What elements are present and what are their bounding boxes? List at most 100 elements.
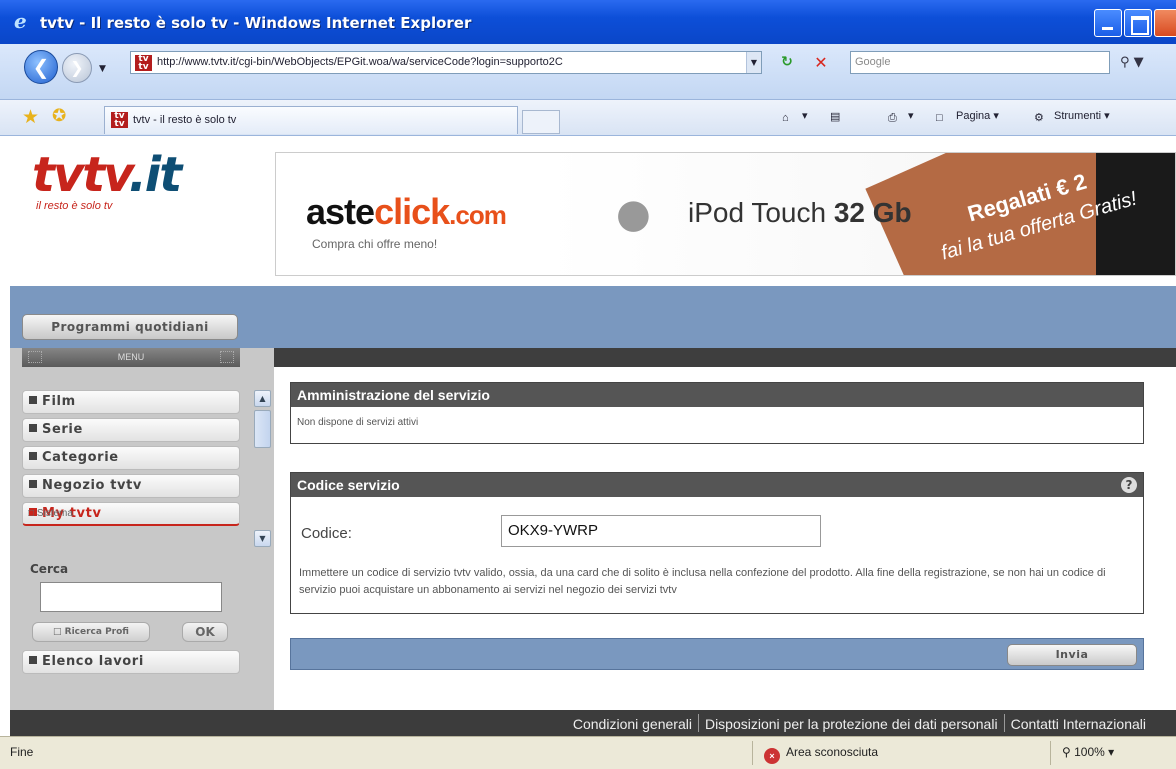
menu-item-label: Film bbox=[42, 394, 76, 409]
page-menu-button[interactable]: □ Pagina ▾ bbox=[936, 109, 999, 126]
security-zone: × Area sconosciuta bbox=[764, 745, 878, 764]
grip-icon bbox=[220, 351, 234, 363]
service-code-heading: Codice servizio bbox=[291, 473, 1143, 497]
footer-link-contacts[interactable]: Contatti Internazionali bbox=[1011, 716, 1146, 732]
status-divider bbox=[752, 741, 753, 765]
search-icon: ⚲ bbox=[1120, 55, 1130, 70]
ad-tagline: Compra chi offre meno! bbox=[312, 237, 438, 251]
bullet-icon bbox=[29, 424, 37, 432]
bullet-icon bbox=[29, 480, 37, 488]
footer-links: Condizioni generali Disposizioni per la p… bbox=[573, 714, 1146, 732]
help-icon[interactable]: ? bbox=[1121, 477, 1137, 493]
profile-search-button[interactable]: □ Ricerca Profi bbox=[32, 622, 150, 642]
search-panel: Cerca □ Ricerca Profi OK bbox=[22, 562, 240, 658]
history-dropdown-icon[interactable]: ▼ bbox=[99, 64, 106, 74]
menu-item-film[interactable]: Film bbox=[22, 390, 240, 414]
ad-brand-com: .com bbox=[449, 200, 507, 230]
page-icon: □ bbox=[936, 112, 943, 124]
rss-icon: ▤ bbox=[830, 111, 841, 123]
favorites-star-icon[interactable]: ★ bbox=[22, 106, 39, 128]
submenu-item-sistema[interactable]: □ Sistema bbox=[22, 508, 240, 522]
ad-brand-aste: aste bbox=[306, 191, 375, 232]
logo-tld: .it bbox=[128, 147, 183, 203]
new-tab-button[interactable] bbox=[522, 110, 560, 134]
url-text: http://www.tvtv.it/cgi-bin/WebObjects/EP… bbox=[157, 56, 563, 68]
status-divider bbox=[1050, 741, 1051, 765]
footer-link-privacy[interactable]: Disposizioni per la protezione dei dati … bbox=[705, 716, 998, 732]
home-button[interactable]: ⌂ ▾ bbox=[782, 109, 808, 126]
minimize-button[interactable] bbox=[1094, 9, 1122, 37]
submit-button[interactable]: Invia bbox=[1007, 644, 1137, 666]
search-button[interactable]: ⚲ ▼ bbox=[1120, 51, 1156, 74]
service-code-panel: Codice servizio ? Codice: OKX9-YWRP Imme… bbox=[290, 472, 1144, 614]
content-top-bar bbox=[240, 348, 1176, 367]
security-zone-icon: × bbox=[764, 748, 780, 764]
favorites-bar: ★ ✪ tv tv tvtv - il resto è solo tv ⌂ ▾ ▤ … bbox=[0, 100, 1176, 136]
menu-scroll-up-button[interactable]: ▲ bbox=[254, 390, 271, 407]
maximize-button[interactable] bbox=[1124, 9, 1152, 37]
bullet-icon bbox=[29, 656, 37, 664]
ad-brand-click: click bbox=[374, 191, 450, 232]
status-bar: Fine × Area sconosciuta ⚲ 100% ▾ bbox=[0, 736, 1176, 769]
sidebar-search-input[interactable] bbox=[40, 582, 222, 612]
status-text: Fine bbox=[10, 745, 34, 759]
ad-brand: asteclick.com bbox=[306, 191, 507, 233]
tab-tvtv[interactable]: tv tv tvtv - il resto è solo tv bbox=[104, 106, 518, 134]
search-ok-button[interactable]: OK bbox=[182, 622, 228, 642]
ie-logo-icon: e bbox=[14, 9, 27, 33]
ad-product-name: iPod Touch bbox=[688, 197, 834, 228]
menu-scroll-thumb[interactable] bbox=[254, 410, 271, 448]
menu-item-job-list[interactable]: Elenco lavori bbox=[22, 650, 240, 674]
tvtv-logo[interactable]: tvtv.it il resto è solo tv bbox=[32, 151, 182, 212]
menu-title: MENU bbox=[117, 352, 145, 362]
header-banner: tvtv.it il resto è solo tv asteclick.com… bbox=[10, 136, 1176, 286]
stop-button[interactable]: ✕ bbox=[806, 51, 836, 74]
logo-main: tvtv bbox=[32, 147, 131, 203]
profile-search-label: Ricerca Profi bbox=[64, 627, 129, 637]
url-dropdown-button[interactable]: ▼ bbox=[746, 52, 761, 73]
page-menu-label: Pagina bbox=[956, 110, 991, 122]
print-button[interactable]: ⎙ ▾ bbox=[888, 109, 914, 126]
footer-link-terms[interactable]: Condizioni generali bbox=[573, 716, 692, 732]
zoom-value: 100% bbox=[1074, 745, 1105, 759]
menu-item-serie[interactable]: Serie bbox=[22, 418, 240, 442]
close-window-button[interactable] bbox=[1154, 9, 1176, 37]
menu-item-categorie[interactable]: Categorie bbox=[22, 446, 240, 470]
service-admin-message: Non dispone di servizi attivi bbox=[297, 417, 419, 428]
minimize-icon bbox=[1095, 10, 1121, 36]
submit-bar: Invia bbox=[290, 638, 1144, 670]
forward-button[interactable]: ❯ bbox=[62, 53, 92, 83]
refresh-button[interactable]: ↻ bbox=[772, 51, 802, 74]
grip-icon bbox=[28, 351, 42, 363]
service-admin-heading: Amministrazione del servizio bbox=[291, 383, 1143, 407]
tvtv-favicon-icon: tv tv bbox=[135, 55, 152, 72]
zoom-icon: ⚲ bbox=[1062, 745, 1075, 759]
add-favorite-icon[interactable]: ✪ bbox=[52, 106, 66, 126]
menu-item-label: Serie bbox=[42, 422, 83, 437]
bullet-icon bbox=[29, 452, 37, 460]
zoom-level[interactable]: ⚲ 100% ▾ bbox=[1062, 745, 1114, 759]
back-button[interactable]: ❮ bbox=[24, 50, 58, 84]
menu-item-label: Negozio tvtv bbox=[42, 478, 142, 493]
search-input[interactable]: Google bbox=[850, 51, 1110, 74]
footer-separator bbox=[697, 714, 699, 732]
bullet-icon: □ bbox=[53, 627, 65, 637]
logo-wordmark: tvtv.it bbox=[32, 151, 182, 199]
tab-title: tvtv - il resto è solo tv bbox=[133, 114, 237, 126]
daily-programs-button[interactable]: Programmi quotidiani bbox=[22, 314, 238, 340]
advertisement-banner[interactable]: asteclick.com Compra chi offre meno! ● i… bbox=[275, 152, 1176, 276]
service-admin-panel: Amministrazione del servizio Non dispone… bbox=[290, 382, 1144, 444]
feeds-button[interactable]: ▤ bbox=[830, 109, 850, 124]
url-input[interactable]: tv tv http://www.tvtv.it/cgi-bin/WebObjec… bbox=[130, 51, 762, 74]
tools-menu-button[interactable]: ⚙ Strumenti ▾ bbox=[1034, 109, 1110, 125]
security-zone-label: Area sconosciuta bbox=[786, 745, 879, 759]
menu-scroll-down-button[interactable]: ▼ bbox=[254, 530, 271, 547]
page-footer: Condizioni generali Disposizioni per la p… bbox=[10, 710, 1176, 736]
bullet-icon: □ bbox=[28, 508, 37, 519]
ad-product-size: 32 Gb bbox=[833, 197, 912, 228]
footer-separator bbox=[1003, 714, 1005, 732]
menu-item-negozio[interactable]: Negozio tvtv bbox=[22, 474, 240, 498]
service-code-input[interactable]: OKX9-YWRP bbox=[501, 515, 821, 547]
submenu-item-label: Sistema bbox=[36, 508, 73, 519]
sidebar: MENU Film Serie Categorie Negozio tvtv M… bbox=[10, 348, 274, 710]
